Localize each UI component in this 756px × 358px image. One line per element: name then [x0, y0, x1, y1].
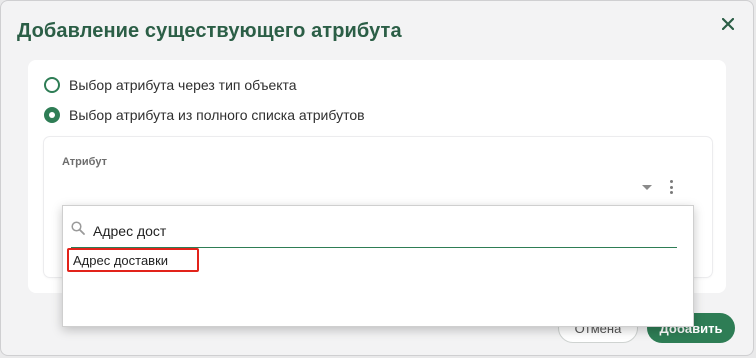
close-button[interactable] — [717, 13, 739, 35]
radio-by-object-type[interactable] — [44, 77, 60, 93]
option-from-full-list-label: Выбор атрибута из полного списка атрибут… — [69, 107, 365, 123]
option-by-object-type-label: Выбор атрибута через тип объекта — [69, 77, 297, 93]
close-icon — [722, 18, 734, 30]
dropdown-option[interactable]: Адрес доставки — [67, 248, 199, 272]
more-options-icon[interactable] — [666, 180, 676, 194]
dropdown-arrow-icon[interactable] — [642, 185, 652, 190]
option-from-full-list[interactable]: Выбор атрибута из полного списка атрибут… — [44, 107, 365, 123]
attribute-field-label: Атрибут — [62, 156, 107, 168]
option-by-object-type[interactable]: Выбор атрибута через тип объекта — [44, 77, 297, 93]
search-input[interactable] — [93, 220, 683, 242]
dialog-title: Добавление существующего атрибута — [17, 20, 402, 42]
dropdown-search — [71, 220, 683, 248]
attribute-dropdown: Адрес доставки — [62, 205, 694, 327]
search-icon — [71, 221, 85, 235]
radio-from-full-list[interactable] — [44, 107, 60, 123]
